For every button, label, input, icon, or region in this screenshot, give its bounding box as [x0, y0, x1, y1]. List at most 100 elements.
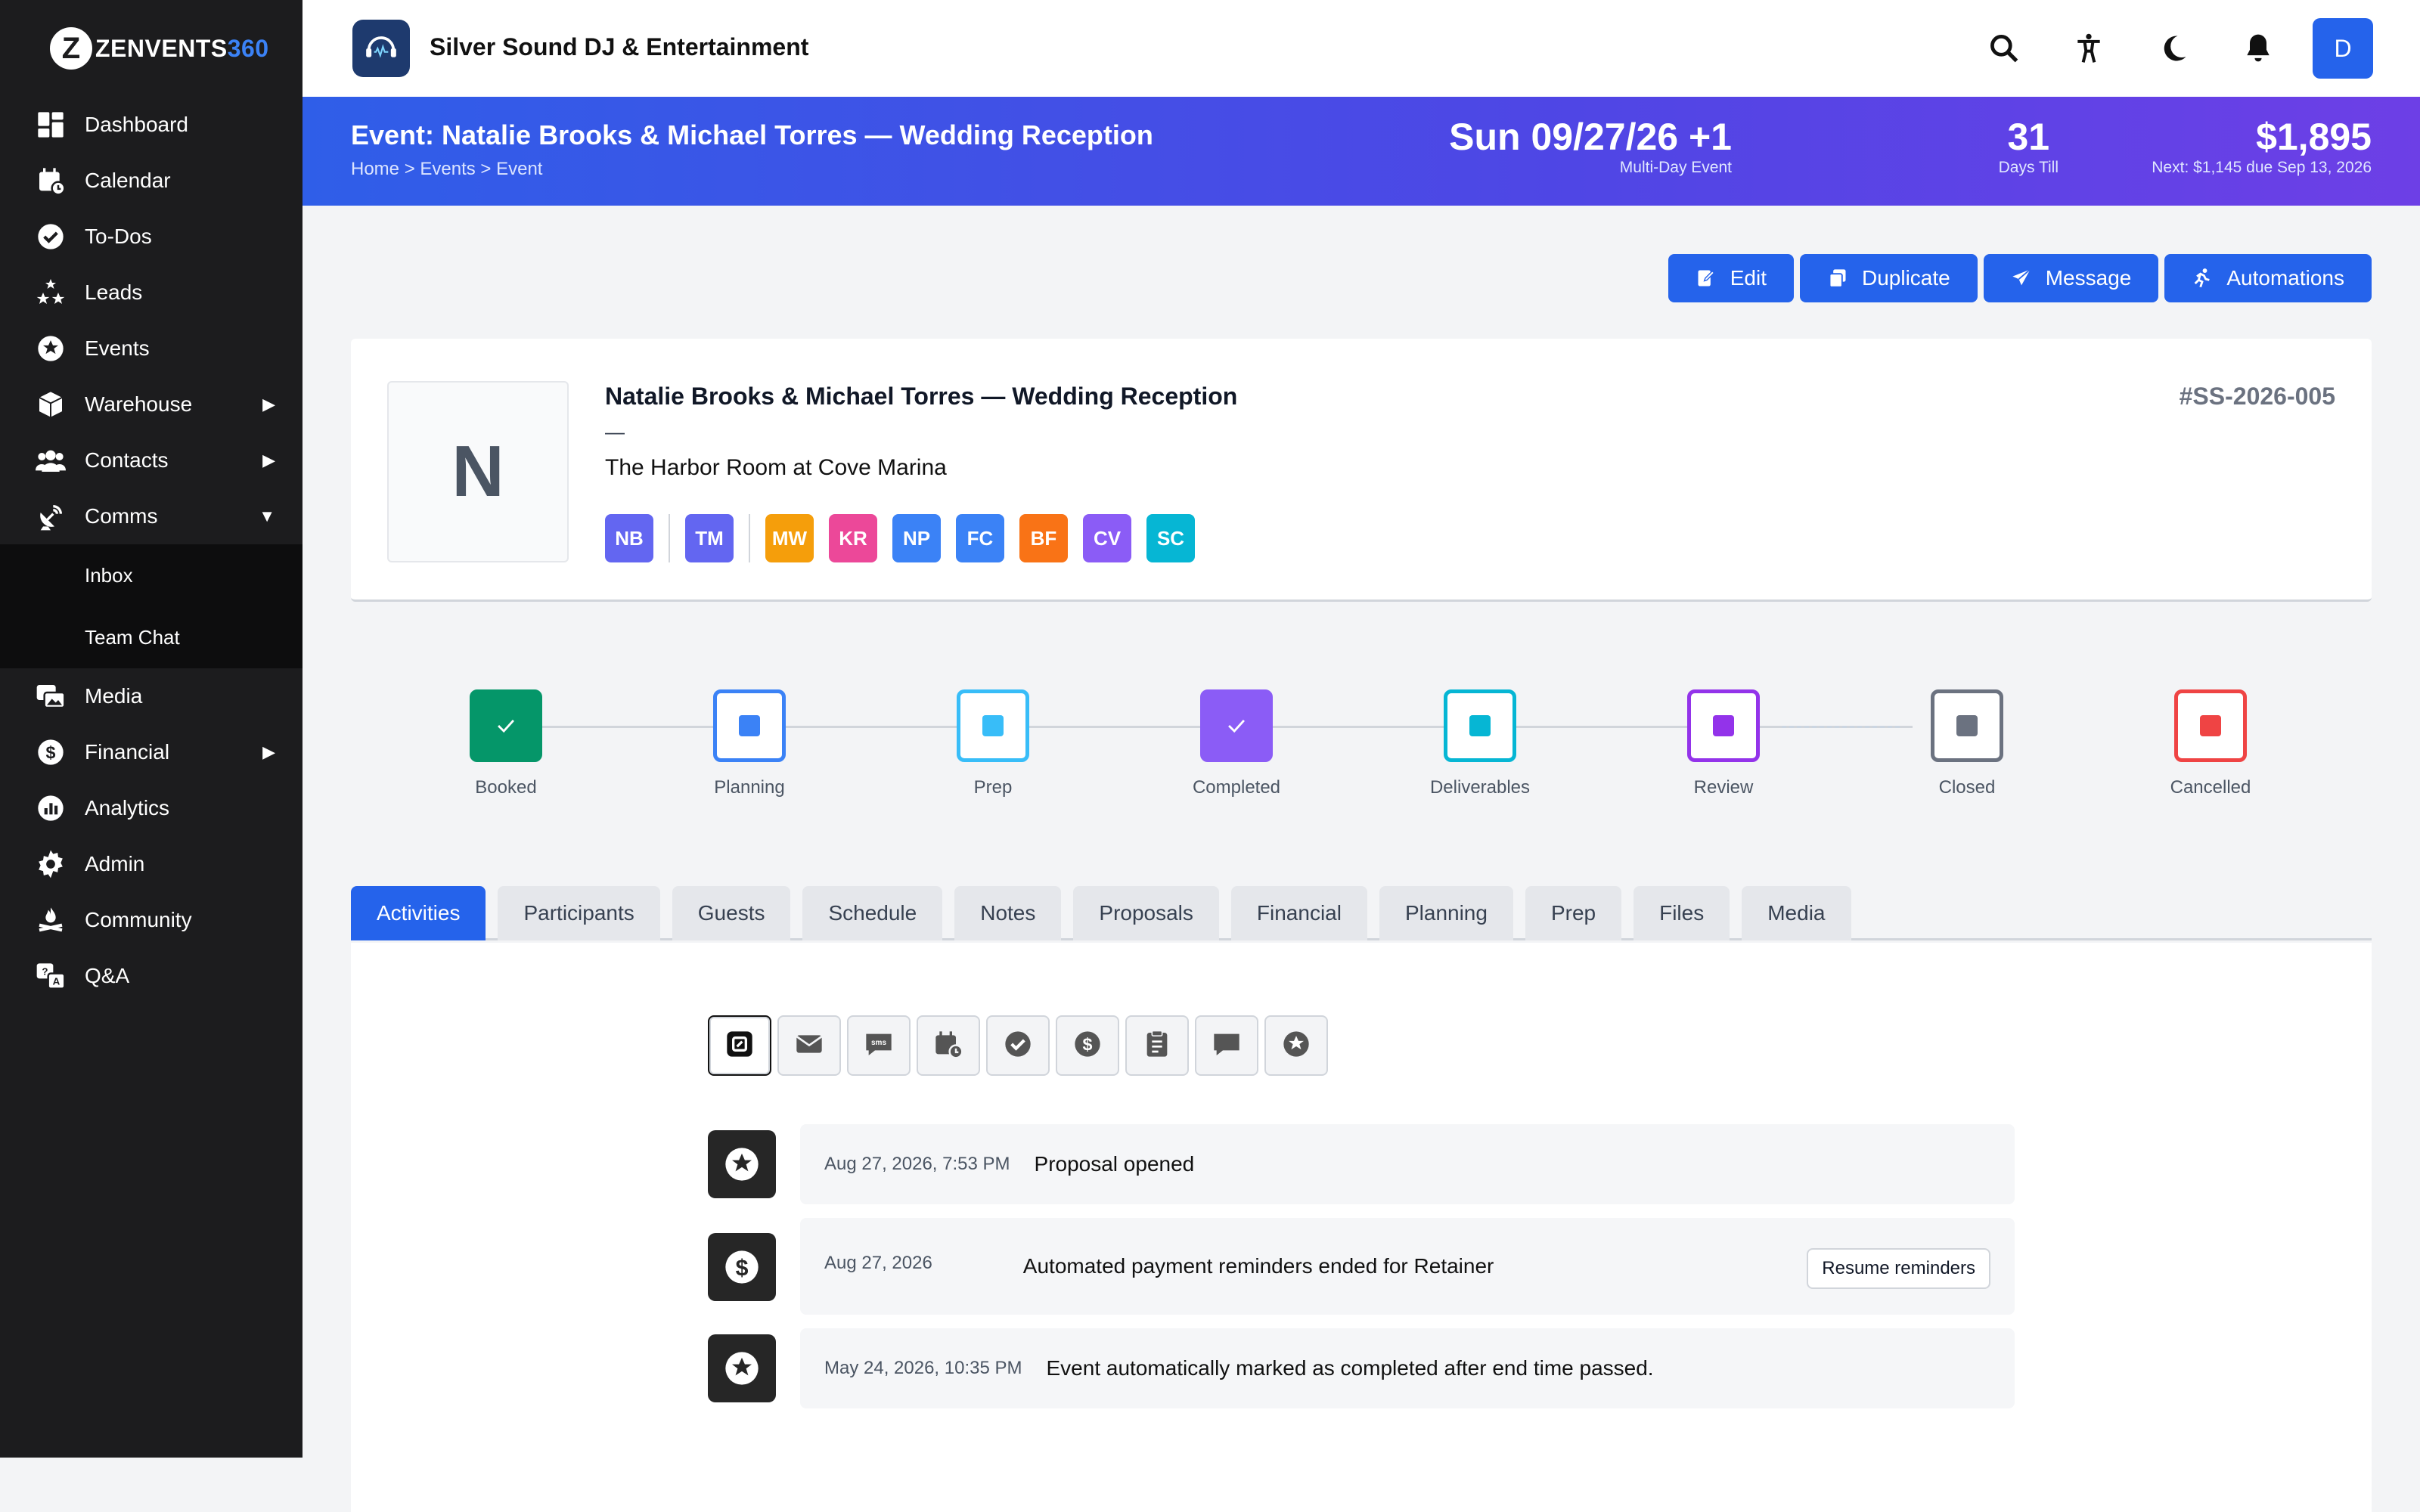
message-button[interactable]: Message: [1983, 254, 2159, 302]
star-circle-icon: [708, 1334, 776, 1402]
app-logo[interactable]: Z ZENVENTS360: [50, 26, 269, 71]
staff-chip[interactable]: BF: [1019, 514, 1068, 562]
tab-prep[interactable]: Prep: [1525, 886, 1622, 940]
svg-text:$: $: [46, 742, 56, 762]
expand-caret-icon[interactable]: ▶: [262, 451, 275, 470]
stage-label: Cancelled: [2170, 777, 2251, 798]
brand-logo-icon[interactable]: [352, 20, 410, 77]
event-avatar: N: [387, 381, 569, 562]
sidebar-subitem-inbox[interactable]: Inbox: [0, 544, 302, 606]
sidebar-item-dashboard[interactable]: Dashboard: [0, 97, 302, 153]
tab-files[interactable]: Files: [1634, 886, 1730, 940]
sidebar-subitem-team-chat[interactable]: Team Chat: [0, 606, 302, 668]
dollar-circle-icon: $: [1072, 1029, 1103, 1063]
company-name: Silver Sound DJ & Entertainment: [430, 33, 809, 60]
stage-planning[interactable]: Planning: [674, 689, 825, 798]
tab-media[interactable]: Media: [1742, 886, 1851, 940]
stage-cancelled[interactable]: Cancelled: [2135, 689, 2286, 798]
client-chip[interactable]: TM: [685, 514, 734, 562]
tab-proposals[interactable]: Proposals: [1073, 886, 1219, 940]
satellite-icon: [35, 500, 67, 532]
staff-chip[interactable]: CV: [1083, 514, 1131, 562]
sidebar-item-leads[interactable]: Leads: [0, 265, 302, 321]
sidebar-item-community[interactable]: Community: [0, 892, 302, 948]
search-icon[interactable]: [1974, 18, 2034, 79]
top-header: Silver Sound DJ & Entertainment D: [302, 0, 2420, 97]
logo-accent: 360: [227, 34, 269, 62]
stage-completed[interactable]: Completed: [1161, 689, 1312, 798]
tab-schedule[interactable]: Schedule: [802, 886, 943, 940]
stage-label: Deliverables: [1429, 777, 1531, 798]
client-chip[interactable]: NB: [605, 514, 653, 562]
sidebar-item-label: Community: [85, 908, 192, 931]
stage-review[interactable]: Review: [1648, 689, 1799, 798]
event-venue[interactable]: The Harbor Room at Cove Marina: [605, 455, 947, 481]
staff-chip[interactable]: MW: [765, 514, 814, 562]
stage-booked[interactable]: Booked: [430, 689, 582, 798]
main-content: Edit Duplicate Message Automations N Nat…: [302, 206, 2420, 1512]
sidebar-item-label: Admin: [85, 852, 145, 875]
sidebar-item-contacts[interactable]: Contacts ▶: [0, 432, 302, 488]
activity-text: Event automatically marked as completed …: [1046, 1356, 1654, 1380]
sidebar-item-warehouse[interactable]: Warehouse ▶: [0, 376, 302, 432]
stage-closed[interactable]: Closed: [1891, 689, 2043, 798]
filter-sms-button[interactable]: sms: [847, 1015, 911, 1076]
user-avatar-button[interactable]: D: [2313, 18, 2373, 79]
accessibility-icon[interactable]: [2059, 18, 2119, 79]
dark-mode-moon-icon[interactable]: [2143, 18, 2204, 79]
header-actions: D: [1950, 18, 2373, 79]
svg-text:A: A: [53, 976, 60, 987]
resume-reminders-button[interactable]: Resume reminders: [1807, 1248, 1990, 1289]
sidebar-item-media[interactable]: Media: [0, 668, 302, 724]
notifications-bell-icon[interactable]: [2228, 18, 2288, 79]
tab-planning[interactable]: Planning: [1379, 886, 1513, 940]
event-banner: Event: Natalie Brooks & Michael Torres —…: [302, 97, 2420, 206]
breadcrumb[interactable]: Home > Events > Event: [351, 159, 542, 180]
filter-payment-button[interactable]: $: [1056, 1015, 1119, 1076]
activity-timestamp: Aug 27, 2026: [824, 1253, 932, 1273]
sms-icon: sms: [864, 1029, 894, 1063]
sidebar-item-comms[interactable]: Comms ▼: [0, 488, 302, 544]
filter-email-button[interactable]: [777, 1015, 841, 1076]
automations-button[interactable]: Automations: [2164, 254, 2372, 302]
sidebar-item-financial[interactable]: $ Financial ▶: [0, 724, 302, 780]
filter-events-button[interactable]: [1264, 1015, 1328, 1076]
sidebar-item-calendar[interactable]: Calendar: [0, 153, 302, 209]
expand-caret-icon[interactable]: ▶: [262, 742, 275, 762]
duplicate-button[interactable]: Duplicate: [1800, 254, 1978, 302]
filter-document-button[interactable]: [1125, 1015, 1189, 1076]
staff-chip[interactable]: FC: [956, 514, 1004, 562]
sidebar-item-label: Contacts: [85, 448, 169, 472]
staff-chip[interactable]: SC: [1146, 514, 1195, 562]
stars-icon: [35, 277, 67, 308]
filter-chat-button[interactable]: [1195, 1015, 1258, 1076]
staff-chip[interactable]: KR: [829, 514, 877, 562]
sidebar-item-events[interactable]: Events: [0, 321, 302, 376]
collapse-caret-icon[interactable]: ▼: [259, 507, 275, 526]
event-id: #SS-2026-005: [2179, 383, 2335, 410]
sidebar-item-analytics[interactable]: Analytics: [0, 780, 302, 836]
dollar-circle-icon: $: [35, 736, 67, 768]
tab-participants[interactable]: Participants: [498, 886, 660, 940]
tab-notes[interactable]: Notes: [954, 886, 1062, 940]
duplicate-button-label: Duplicate: [1862, 266, 1950, 290]
expand-caret-icon[interactable]: ▶: [262, 395, 275, 414]
filter-todo-button[interactable]: [986, 1015, 1050, 1076]
filter-all-button[interactable]: [708, 1015, 771, 1076]
stage-cancelled-box: [2174, 689, 2247, 762]
tab-activities[interactable]: Activities: [351, 886, 486, 940]
edit-button[interactable]: Edit: [1668, 254, 1794, 302]
sidebar-item-qa[interactable]: ? A Q&A: [0, 948, 302, 1004]
tab-guests[interactable]: Guests: [672, 886, 791, 940]
staff-chip[interactable]: NP: [892, 514, 941, 562]
sidebar: Z ZENVENTS360 Dashboard Calendar To-Dos …: [0, 0, 302, 1458]
dashboard-icon: [35, 109, 67, 141]
stage-deliverables[interactable]: Deliverables: [1404, 689, 1556, 798]
sidebar-item-label: Analytics: [85, 796, 170, 820]
sidebar-item-todos[interactable]: To-Dos: [0, 209, 302, 265]
tab-financial[interactable]: Financial: [1230, 886, 1367, 940]
box-icon: [35, 389, 67, 420]
filter-schedule-button[interactable]: [917, 1015, 980, 1076]
sidebar-item-admin[interactable]: Admin: [0, 836, 302, 892]
stage-prep[interactable]: Prep: [917, 689, 1069, 798]
